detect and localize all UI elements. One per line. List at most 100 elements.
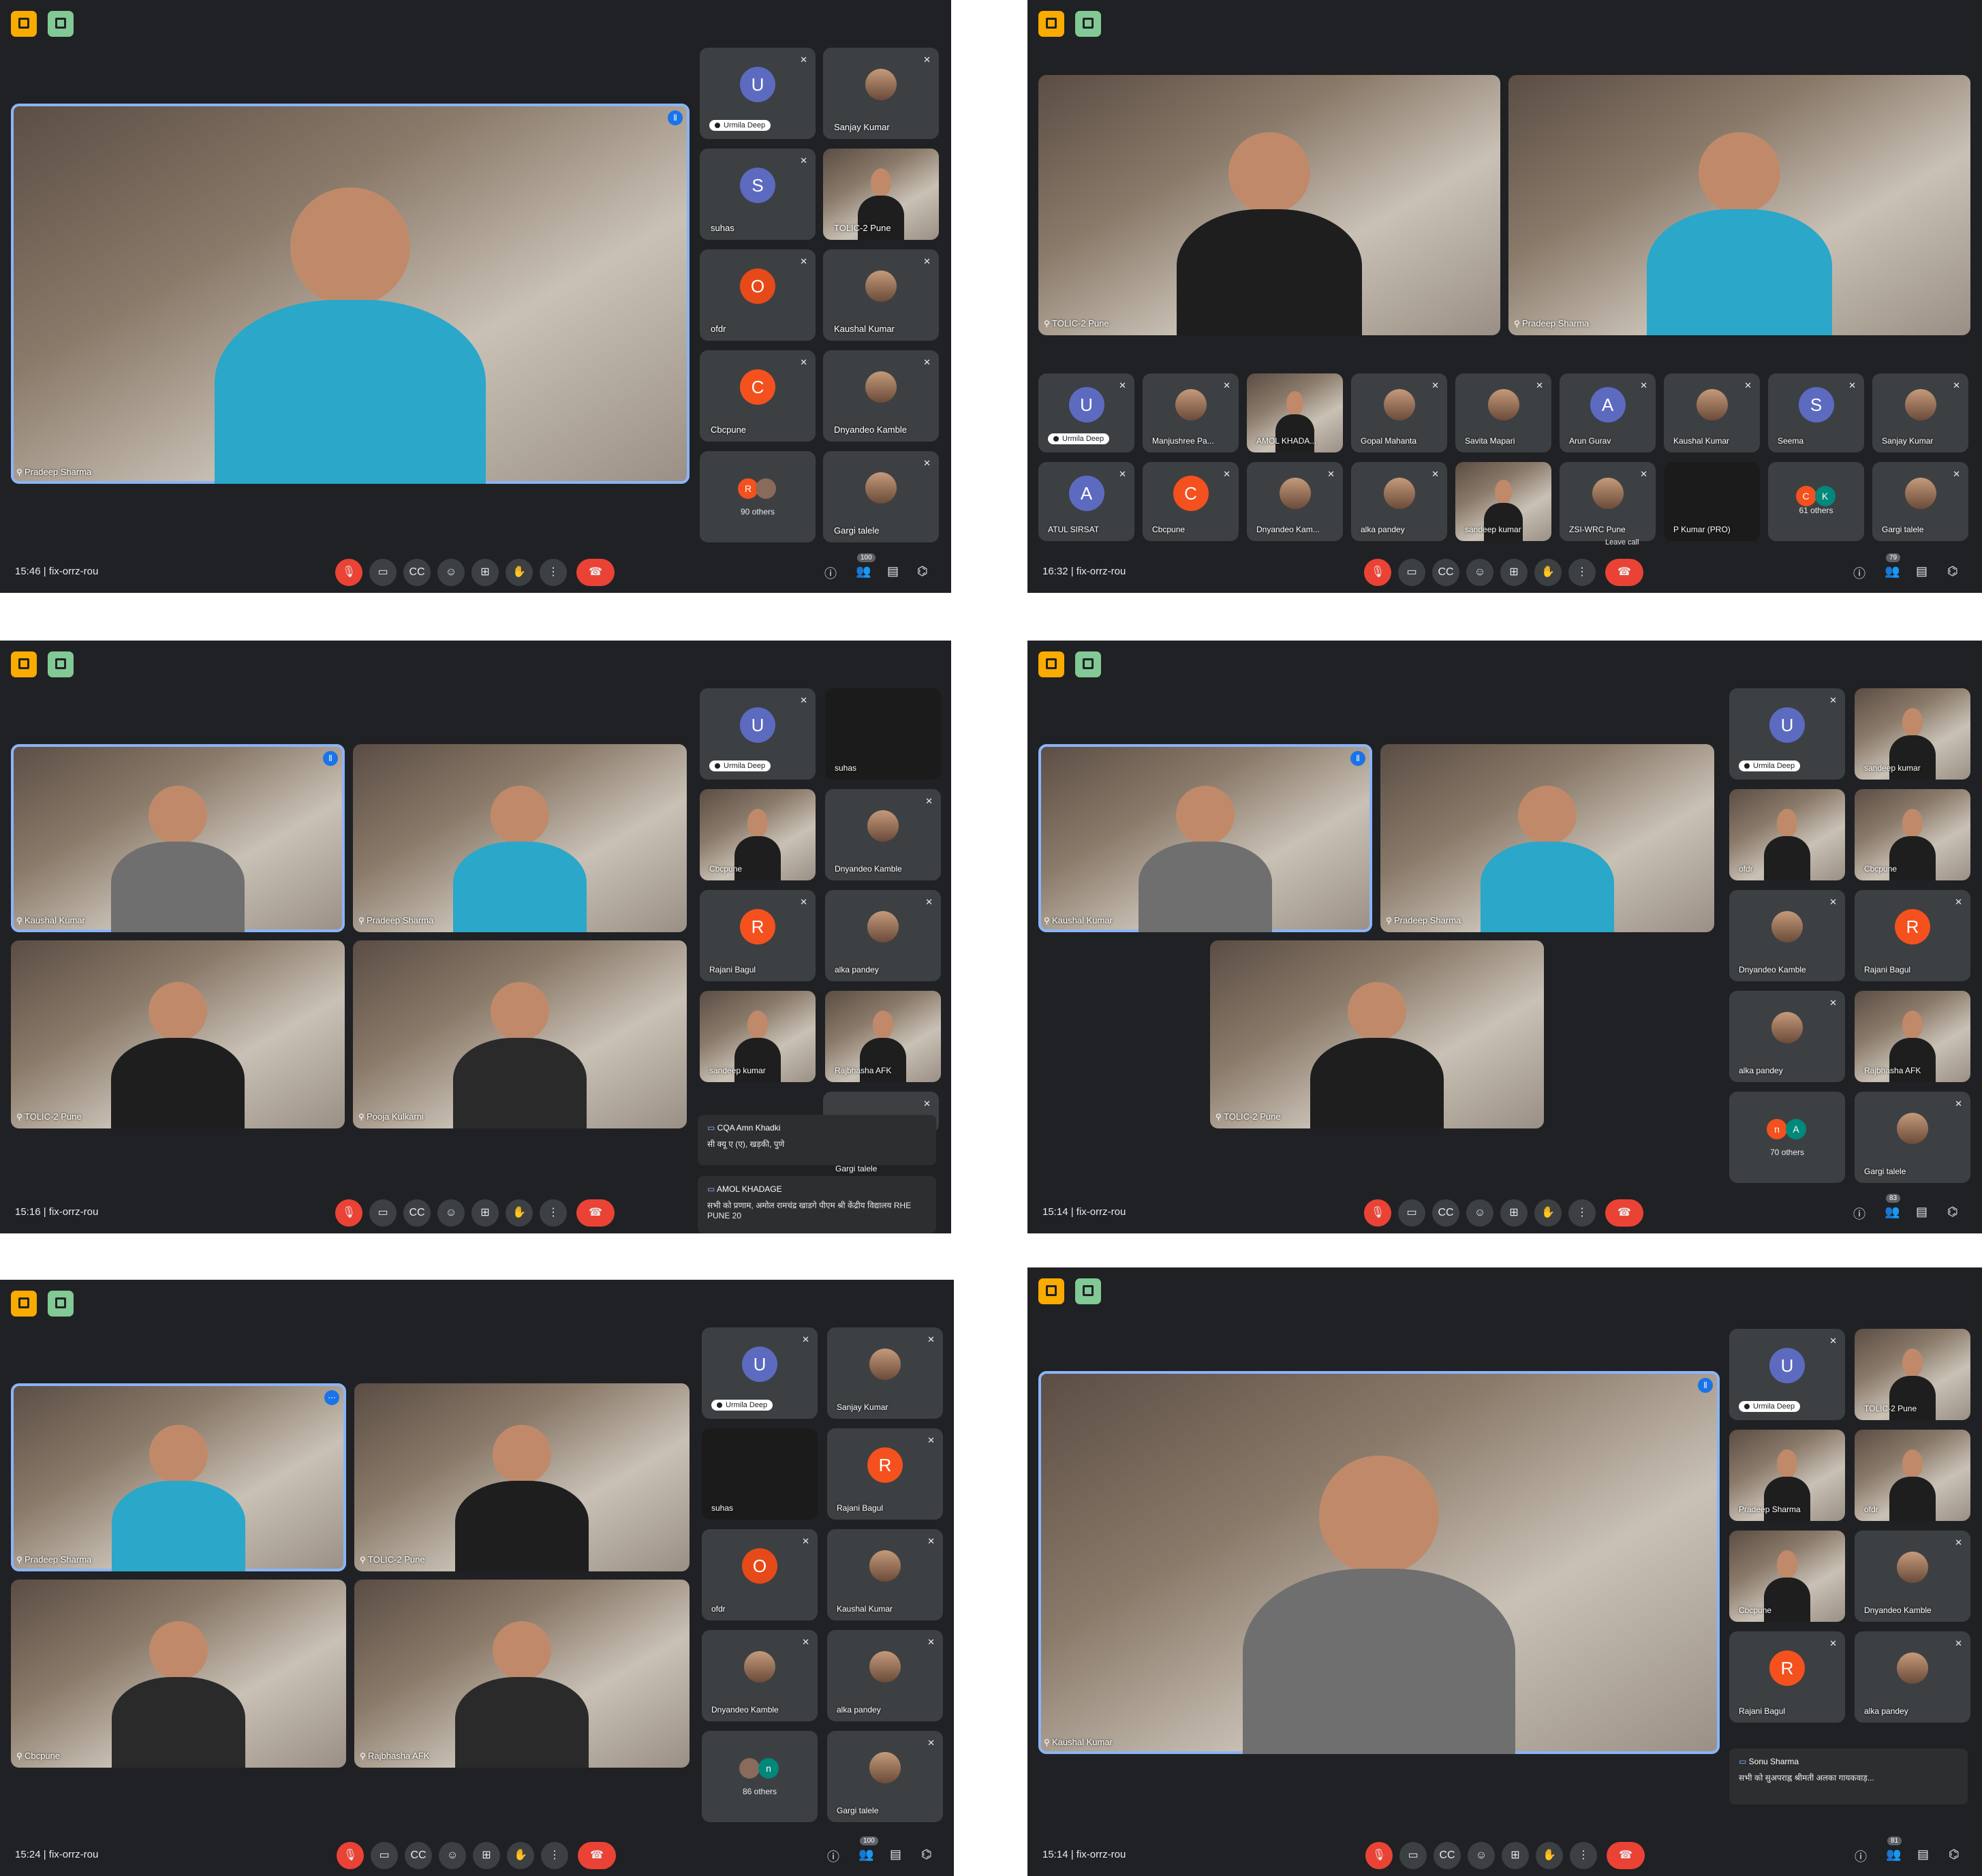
participant-tile[interactable]: P Kumar (PRO) <box>1664 462 1760 541</box>
info-icon[interactable]: ⓘ <box>1855 1847 1867 1865</box>
raise-hand-icon[interactable]: ✋ <box>1536 1842 1563 1869</box>
participant-tile[interactable]: TOLIC-2 Pune <box>823 149 939 240</box>
pin-icon[interactable]: ⚲ <box>16 1112 22 1122</box>
raise-hand-icon[interactable]: ✋ <box>1534 1199 1562 1227</box>
participant-tile[interactable]: sandeep kumar <box>1855 688 1970 780</box>
participant-tile[interactable]: ✕ U Urmila Deep <box>1038 373 1134 452</box>
pin-icon[interactable]: ⚲ <box>360 1751 366 1761</box>
meeting-room-icon[interactable] <box>1038 651 1064 677</box>
breakout-icon[interactable] <box>1075 651 1101 677</box>
breakout-icon[interactable] <box>1075 11 1101 37</box>
activities-icon[interactable]: ⌬ <box>1949 1847 1960 1862</box>
camera-off-icon[interactable]: ▭ <box>369 559 397 586</box>
participant-tile[interactable]: ✕ alka pandey <box>1855 1631 1970 1723</box>
others-tile[interactable]: n A 70 others <box>1729 1092 1845 1183</box>
participant-tile[interactable]: ✕ A ATUL SIRSAT <box>1038 462 1134 541</box>
participant-tile[interactable]: ✕ U Urmila Deep <box>700 688 816 780</box>
camera-off-icon[interactable]: ▭ <box>1398 1199 1425 1227</box>
grid-video-tile[interactable]: ⦀ ⚲ Kaushal Kumar <box>11 744 345 932</box>
participant-tile[interactable]: ✕ alka pandey <box>825 890 941 981</box>
captions-icon[interactable]: CC <box>405 1842 432 1869</box>
grid-video-tile[interactable]: ⚲ Pradeep Sharma <box>353 744 687 932</box>
pin-icon[interactable]: ⚲ <box>16 916 22 925</box>
grid-video-tile[interactable]: ⚲ TOLIC-2 Pune <box>354 1383 690 1571</box>
info-icon[interactable]: ⓘ <box>824 564 837 582</box>
emoji-icon[interactable]: ☺ <box>1466 559 1493 586</box>
captions-icon[interactable]: CC <box>403 559 431 586</box>
participant-tile[interactable]: suhas <box>825 688 941 780</box>
participant-tile[interactable]: Rajbhasha AFK <box>1855 991 1970 1082</box>
emoji-icon[interactable]: ☺ <box>437 559 465 586</box>
participant-tile[interactable]: ✕ Kaushal Kumar <box>1664 373 1760 452</box>
participant-tile[interactable]: Cbcpune <box>1729 1531 1845 1622</box>
meeting-room-icon[interactable] <box>11 11 37 37</box>
more-icon[interactable]: ⋮ <box>1570 1842 1597 1869</box>
participant-tile[interactable]: ✕ Oofdr <box>702 1529 818 1620</box>
breakout-icon[interactable] <box>48 11 74 37</box>
chat-icon[interactable]: ▤ <box>890 1847 901 1862</box>
meeting-room-icon[interactable] <box>1038 1278 1064 1304</box>
breakout-icon[interactable] <box>1075 1278 1101 1304</box>
participant-tile[interactable]: ✕ S Seema <box>1768 373 1864 452</box>
participant-tile[interactable]: ✕ C Cbcpune <box>1143 462 1239 541</box>
pin-icon[interactable]: ⚲ <box>16 1751 22 1761</box>
participant-tile[interactable]: ✕ Dnyandeo Kamble <box>825 789 941 880</box>
more-icon[interactable]: ⋮ <box>540 559 567 586</box>
mic-off-icon[interactable]: 🎙 <box>1365 1842 1393 1869</box>
chat-icon[interactable]: ▤ <box>1917 1847 1929 1862</box>
meeting-room-icon[interactable] <box>11 1291 37 1317</box>
meeting-room-icon[interactable] <box>11 651 37 677</box>
main-video-tile[interactable]: ⦀ ⚲ Kaushal Kumar <box>1038 1371 1720 1754</box>
present-icon[interactable]: ⊞ <box>1502 1842 1529 1869</box>
raise-hand-icon[interactable]: ✋ <box>506 559 533 586</box>
end-call-icon[interactable]: ☎ <box>1605 559 1643 586</box>
present-icon[interactable]: ⊞ <box>1500 559 1528 586</box>
participant-tile[interactable]: ✕ U Urmila Deep <box>1729 1329 1845 1420</box>
participant-tile[interactable]: ✕ Dnyandeo Kamble <box>1729 890 1845 981</box>
raise-hand-icon[interactable]: ✋ <box>1534 559 1562 586</box>
more-icon[interactable]: ⋮ <box>540 1199 567 1227</box>
mic-off-icon[interactable]: 🎙 <box>1364 559 1391 586</box>
participant-tile[interactable]: ✕ Sanjay Kumar <box>827 1327 943 1419</box>
info-icon[interactable]: ⓘ <box>1853 564 1865 582</box>
pin-icon[interactable]: ⚲ <box>1215 1112 1222 1122</box>
participant-tile[interactable]: ✕ Dnyandeo Kamble <box>702 1630 818 1721</box>
pin-icon[interactable]: ⚲ <box>1514 319 1520 328</box>
grid-video-tile[interactable]: ⦀ ⚲ Kaushal Kumar <box>1038 744 1372 932</box>
more-icon[interactable]: ⋮ <box>1568 1199 1596 1227</box>
mic-off-icon[interactable]: 🎙 <box>1364 1199 1391 1227</box>
participant-tile[interactable]: TOLIC-2 Pune <box>1855 1329 1970 1420</box>
participant-tile[interactable]: sandeep kumar <box>700 991 816 1082</box>
grid-video-tile[interactable]: ⚲ Cbcpune <box>11 1580 346 1768</box>
breakout-icon[interactable] <box>48 1291 74 1317</box>
end-call-icon[interactable]: ☎ <box>576 559 615 586</box>
main-video-tile[interactable]: ⦀ ⚲ Pradeep Sharma <box>11 104 690 484</box>
participant-tile[interactable]: Rajbhasha AFK <box>825 991 941 1082</box>
people-icon[interactable]: 👥 83 <box>1885 1194 1901 1219</box>
captions-icon[interactable]: CC <box>1434 1842 1461 1869</box>
chat-icon[interactable]: ▤ <box>1916 1205 1927 1219</box>
present-icon[interactable]: ⊞ <box>471 559 499 586</box>
participant-tile[interactable]: AMOL KHADA... <box>1247 373 1343 452</box>
pin-icon[interactable]: ⚲ <box>358 916 365 925</box>
pin-icon[interactable]: ⚲ <box>1044 916 1050 925</box>
participant-tile[interactable]: ✕ Kaushal Kumar <box>823 249 939 341</box>
activities-icon[interactable]: ⌬ <box>917 564 928 579</box>
camera-off-icon[interactable]: ▭ <box>371 1842 398 1869</box>
mic-off-icon[interactable]: 🎙 <box>335 1199 362 1227</box>
end-call-icon[interactable]: ☎ <box>576 1199 615 1227</box>
participant-tile[interactable]: ✕ alka pandey <box>1351 462 1447 541</box>
info-icon[interactable]: ⓘ <box>827 1847 839 1865</box>
participant-tile[interactable]: Cbcpune <box>1855 789 1970 880</box>
emoji-icon[interactable]: ☺ <box>1468 1842 1495 1869</box>
main-video-tile[interactable]: ⚲ Pradeep Sharma <box>1508 75 1970 335</box>
raise-hand-icon[interactable]: ✋ <box>507 1842 534 1869</box>
participant-tile[interactable]: sandeep kumar <box>1455 462 1551 541</box>
meeting-room-icon[interactable] <box>1038 11 1064 37</box>
others-tile[interactable]: R 90 others <box>700 451 816 542</box>
participant-tile[interactable]: ✕ ZSI-WRC Pune <box>1560 462 1656 541</box>
participant-tile[interactable]: ✕ Gargi talele <box>823 451 939 542</box>
others-tile[interactable]: n 86 others <box>702 1731 818 1822</box>
participant-tile[interactable]: ✕ U Urmila Deep <box>700 48 816 139</box>
participant-tile[interactable]: Pradeep Sharma <box>1729 1430 1845 1521</box>
